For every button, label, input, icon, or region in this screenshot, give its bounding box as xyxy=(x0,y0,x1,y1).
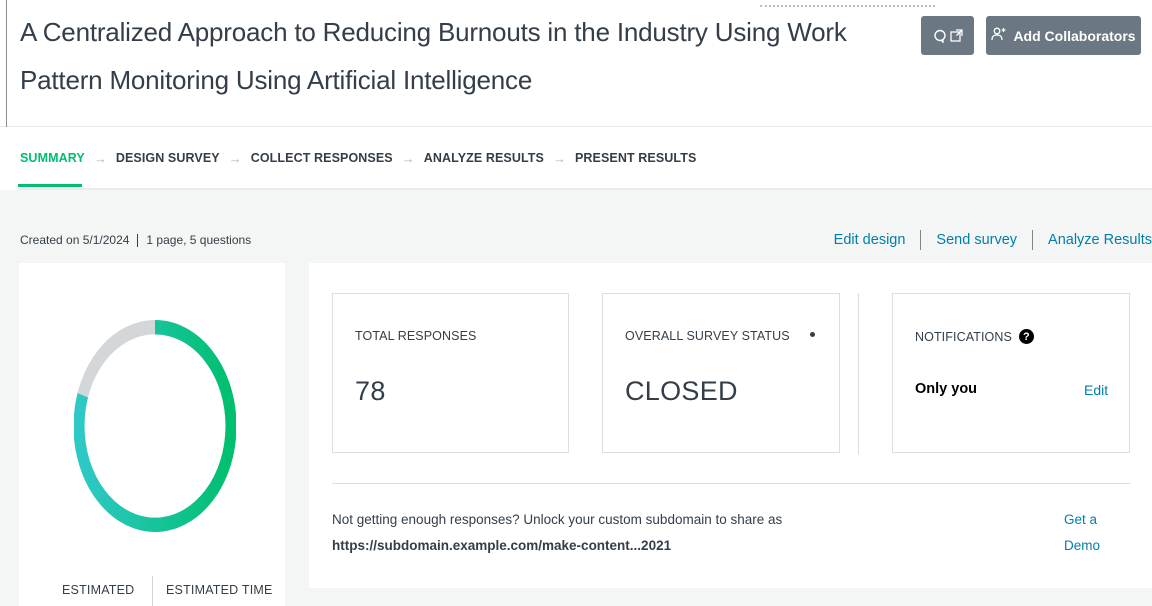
estimated-time-label: ESTIMATED TIME xyxy=(166,583,273,597)
arrow-right-icon: → xyxy=(401,150,415,166)
notifications-card: NOTIFICATIONS ? Only you Edit xyxy=(892,293,1130,453)
tab-present-results[interactable]: PRESENT RESULTS xyxy=(575,151,696,165)
estimated-label: ESTIMATED xyxy=(62,583,135,597)
promo-text: Not getting enough responses? Unlock you… xyxy=(332,512,783,527)
meta-divider xyxy=(137,233,139,247)
survey-meta: Created on 5/1/2024 1 page, 5 questions xyxy=(20,233,251,247)
chat-bubble-icon xyxy=(933,29,947,43)
feedback-button[interactable] xyxy=(921,16,974,55)
action-divider xyxy=(920,230,922,250)
survey-workflow-nav: SUMMARY → DESIGN SURVEY → COLLECT RESPON… xyxy=(0,127,1152,190)
add-user-icon xyxy=(991,27,1006,44)
survey-title: A Centralized Approach to Reducing Burno… xyxy=(20,17,847,95)
add-collaborators-label: Add Collaborators xyxy=(1013,27,1136,44)
subdomain-promo: Not getting enough responses? Unlock you… xyxy=(332,507,1032,559)
notifications-label-row: NOTIFICATIONS ? xyxy=(915,329,1034,344)
estimates-row: ESTIMATED ESTIMATED TIME xyxy=(19,576,285,606)
notifications-edit-link[interactable]: Edit xyxy=(1084,382,1108,398)
tab-analyze-results[interactable]: ANALYZE RESULTS xyxy=(424,151,544,165)
estimate-divider xyxy=(152,576,153,606)
active-tab-indicator xyxy=(18,184,82,187)
analyze-results-link[interactable]: Analyze Results xyxy=(1048,232,1152,248)
status-dot-icon xyxy=(809,331,815,337)
survey-status-label: OVERALL SURVEY STATUS xyxy=(625,329,790,343)
send-survey-link[interactable]: Send survey xyxy=(936,232,1017,248)
page-question-count: 1 page, 5 questions xyxy=(146,233,252,247)
summary-content: Created on 5/1/2024 1 page, 5 questions … xyxy=(0,190,1152,606)
arrow-right-icon: → xyxy=(552,150,566,166)
survey-status-value: CLOSED xyxy=(625,376,738,406)
edit-design-link[interactable]: Edit design xyxy=(834,232,906,248)
total-responses-value: 78 xyxy=(355,376,386,406)
completion-panel: ESTIMATED ESTIMATED TIME xyxy=(19,263,285,606)
tab-design-survey[interactable]: DESIGN SURVEY xyxy=(116,151,220,165)
tab-collect-responses[interactable]: COLLECT RESPONSES xyxy=(251,151,393,165)
arrow-right-icon: → xyxy=(93,150,107,166)
summary-actions: Edit design Send survey Analyze Results xyxy=(834,230,1152,250)
arrow-right-icon: → xyxy=(228,150,242,166)
notifications-label: NOTIFICATIONS xyxy=(915,329,1012,344)
survey-header: A Centralized Approach to Reducing Burno… xyxy=(0,0,1152,127)
created-date: Created on 5/1/2024 xyxy=(20,233,130,247)
card-divider xyxy=(858,293,859,455)
tab-summary[interactable]: SUMMARY xyxy=(20,151,85,165)
get-demo-link[interactable]: Get a Demo xyxy=(1064,507,1114,559)
external-link-icon xyxy=(949,29,963,42)
help-icon[interactable]: ? xyxy=(1018,329,1034,344)
window-edge-line xyxy=(6,0,7,127)
promo-url: https://subdomain.example.com/make-conte… xyxy=(332,538,672,553)
notifications-recipient: Only you xyxy=(915,381,978,397)
section-divider xyxy=(332,483,1130,484)
completion-donut xyxy=(74,320,236,532)
total-responses-label: TOTAL RESPONSES xyxy=(355,329,477,343)
add-collaborators-button[interactable]: Add Collaborators xyxy=(986,16,1141,55)
total-responses-card: TOTAL RESPONSES 78 xyxy=(332,293,569,453)
survey-status-card: OVERALL SURVEY STATUS CLOSED xyxy=(602,293,840,453)
action-divider xyxy=(1032,230,1034,250)
survey-status-label-row: OVERALL SURVEY STATUS xyxy=(625,329,815,343)
stats-panel: TOTAL RESPONSES 78 OVERALL SURVEY STATUS… xyxy=(309,263,1152,588)
dotted-divider xyxy=(760,5,935,7)
